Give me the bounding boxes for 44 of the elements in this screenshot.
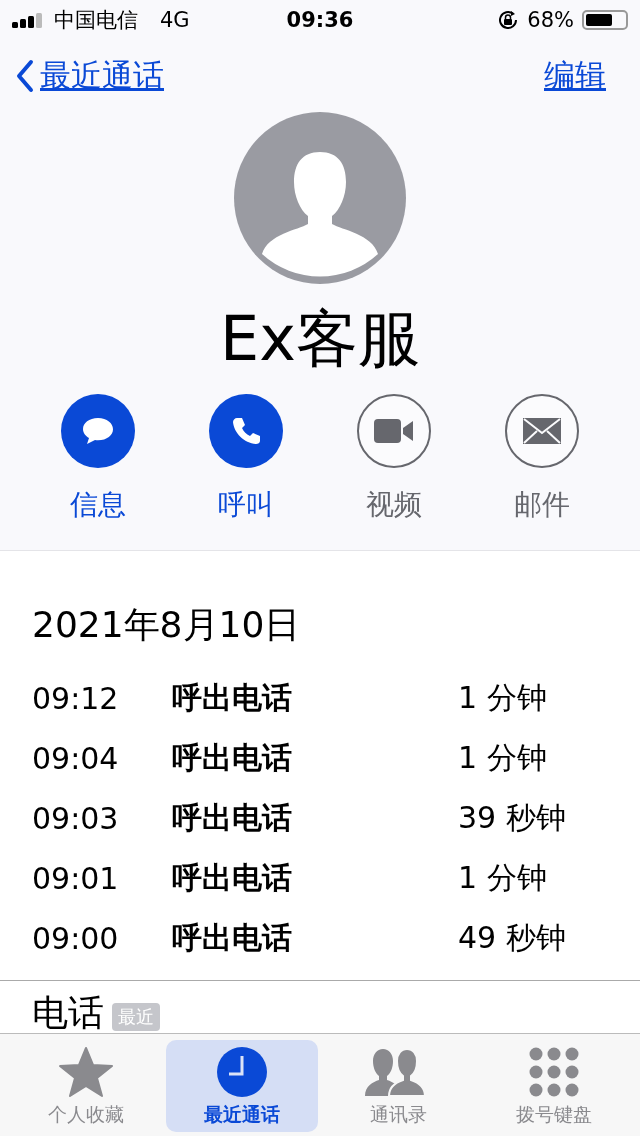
contacts-tab[interactable]: 通讯录	[322, 1040, 474, 1132]
call-duration: 1 分钟	[458, 678, 547, 717]
call-type: 呼出电话	[172, 738, 293, 777]
call-duration: 1 分钟	[458, 738, 547, 777]
battery-percent: 68%	[527, 8, 574, 32]
call-time: 09:01	[32, 860, 120, 896]
call-type: 呼出电话	[172, 858, 293, 897]
rotation-lock-icon	[497, 9, 520, 31]
call-date: 2021年8月10日	[32, 603, 302, 647]
contact-name: Ex客服	[219, 301, 421, 377]
battery-icon	[582, 10, 628, 30]
favorites-tab[interactable]: 个人收藏	[10, 1040, 162, 1132]
video-camera-icon	[374, 418, 414, 444]
envelope-icon	[523, 418, 561, 444]
call-label: 呼叫	[218, 487, 274, 523]
call-time: 09:04	[32, 740, 120, 776]
star-icon	[58, 1046, 114, 1098]
back-chevron-icon	[16, 59, 34, 93]
keypad-icon	[528, 1046, 580, 1098]
recent-badge: 最近	[112, 1003, 160, 1031]
speech-bubble-icon	[80, 415, 116, 447]
avatar-icon	[234, 112, 406, 284]
call-type: 呼出电话	[172, 918, 293, 957]
video-label: 视频	[366, 487, 422, 523]
back-link[interactable]: 最近通话	[16, 55, 164, 97]
network-type: 4G	[160, 8, 190, 32]
call-duration: 1 分钟	[458, 858, 547, 897]
recents-tab[interactable]: 最近通话	[166, 1040, 318, 1132]
carrier-name: 中国电信	[54, 7, 138, 34]
keypad-tab[interactable]: 拨号键盘	[478, 1040, 630, 1132]
message-label: 信息	[70, 487, 126, 523]
section-title: 电话	[32, 993, 104, 1033]
call-duration: 39 秒钟	[458, 798, 566, 837]
clock-icon	[216, 1046, 268, 1098]
clock-time: 09:36	[286, 8, 354, 32]
call-type: 呼出电话	[172, 678, 293, 717]
edit-link[interactable]: 编辑	[544, 55, 606, 97]
call-time: 09:03	[32, 800, 120, 836]
call-duration: 49 秒钟	[458, 918, 566, 957]
call-time: 09:12	[32, 680, 120, 716]
call-type: 呼出电话	[172, 798, 293, 837]
mail-label: 邮件	[514, 487, 570, 523]
call-time: 09:00	[32, 920, 120, 956]
phone-icon	[230, 415, 262, 447]
